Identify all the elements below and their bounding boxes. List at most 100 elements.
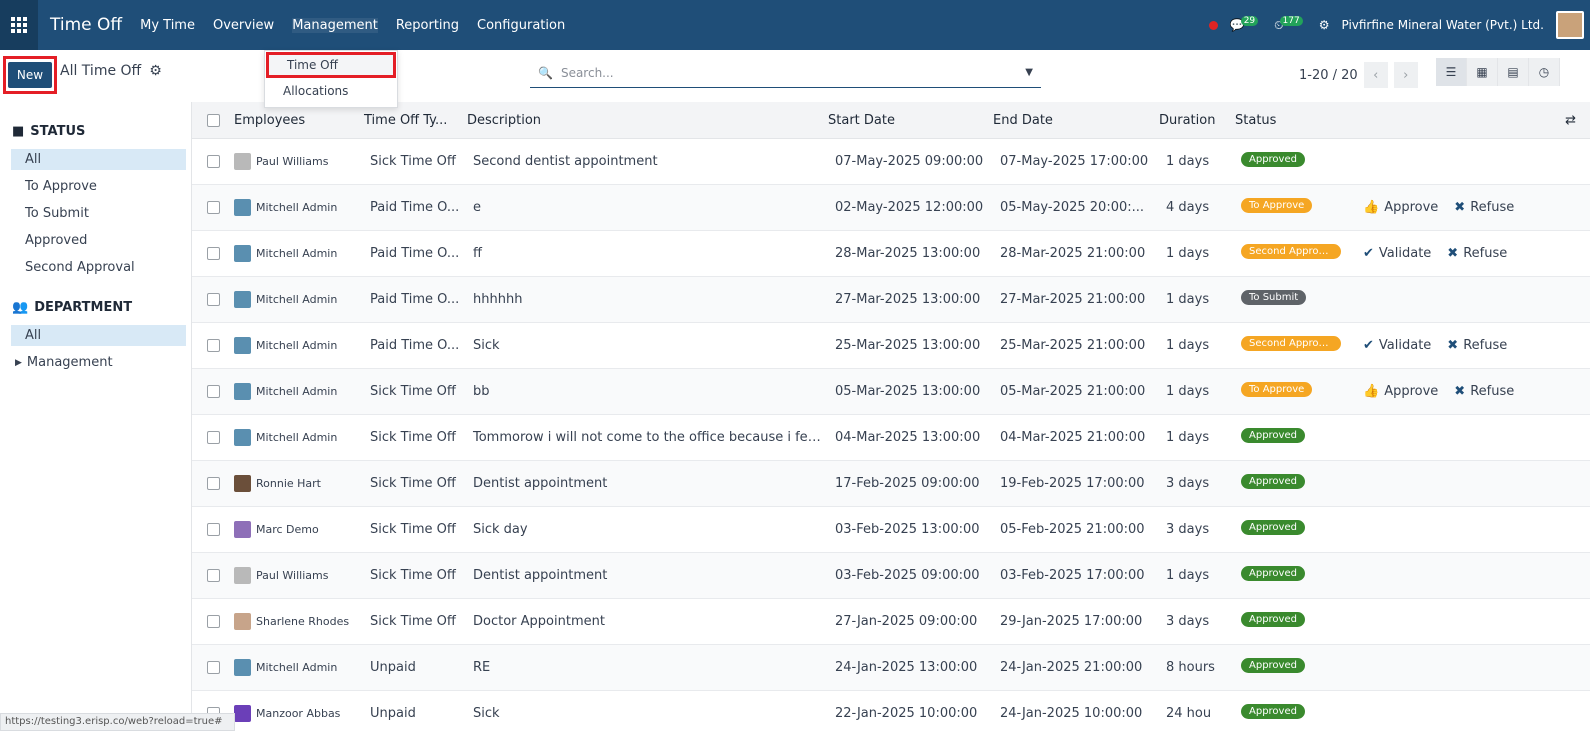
department-filter-all[interactable]: All bbox=[11, 325, 186, 346]
row-checkbox[interactable] bbox=[206, 431, 220, 444]
table-row[interactable]: Mitchell Admin Unpaid RE 24-Jan-2025 13:… bbox=[192, 645, 1590, 691]
column-employees[interactable]: Employees bbox=[234, 113, 364, 128]
employee-cell[interactable]: Paul Williams bbox=[234, 153, 364, 170]
avatar bbox=[234, 613, 251, 630]
table-row[interactable]: Mitchell Admin Paid Time O... hhhhhh 27-… bbox=[192, 277, 1590, 323]
table-row[interactable]: Mitchell Admin Paid Time O... Sick 25-Ma… bbox=[192, 323, 1590, 369]
status-badge: Approved bbox=[1241, 428, 1305, 443]
column-status[interactable]: Status bbox=[1235, 113, 1435, 128]
table-row[interactable]: Mitchell Admin Paid Time O... e 02-May-2… bbox=[192, 185, 1590, 231]
dropdown-time-off[interactable]: Time Off bbox=[266, 52, 396, 78]
employee-cell[interactable]: Mitchell Admin bbox=[234, 383, 364, 400]
pager-value[interactable]: 1-20 / 20 bbox=[1299, 68, 1358, 83]
company-switch-icon[interactable]: ⚙ bbox=[1319, 18, 1330, 32]
employee-cell[interactable]: Mitchell Admin bbox=[234, 337, 364, 354]
next-page-icon[interactable]: › bbox=[1393, 62, 1418, 88]
search-input[interactable]: Search... bbox=[561, 66, 614, 80]
table-row[interactable]: Paul Williams Sick Time Off Second denti… bbox=[192, 139, 1590, 185]
table-row[interactable]: Mitchell Admin Paid Time O... ff 28-Mar-… bbox=[192, 231, 1590, 277]
employee-cell[interactable]: Mitchell Admin bbox=[234, 199, 364, 216]
app-menu-button[interactable] bbox=[0, 0, 38, 50]
kanban-view-icon[interactable]: ▦ bbox=[1467, 58, 1498, 86]
list-view-icon[interactable]: ☰ bbox=[1436, 58, 1467, 86]
description-cell: bb bbox=[473, 384, 490, 399]
column-description[interactable]: Description bbox=[467, 113, 828, 128]
status-filter-approved[interactable]: Approved bbox=[11, 230, 186, 251]
employee-cell[interactable]: Marc Demo bbox=[234, 521, 364, 538]
type-cell: Paid Time O... bbox=[370, 200, 460, 215]
employee-cell[interactable]: Manzoor Abbas bbox=[234, 705, 364, 722]
row-checkbox[interactable] bbox=[206, 293, 220, 306]
activity-view-icon[interactable]: ◷ bbox=[1529, 58, 1560, 86]
dropdown-allocations[interactable]: Allocations bbox=[265, 79, 397, 103]
previous-page-icon[interactable]: ‹ bbox=[1363, 62, 1388, 88]
row-checkbox[interactable] bbox=[206, 569, 220, 582]
status-filter-second-approval[interactable]: Second Approval bbox=[11, 257, 186, 278]
refuse-button[interactable]: ✖ Refuse bbox=[1454, 200, 1514, 215]
calendar-view-icon[interactable]: ▤ bbox=[1498, 58, 1529, 86]
row-checkbox[interactable] bbox=[206, 523, 220, 536]
app-title[interactable]: Time Off bbox=[50, 15, 122, 35]
approve-button[interactable]: 👍 Approve bbox=[1363, 200, 1438, 215]
table-row[interactable]: Mitchell Admin Sick Time Off bb 05-Mar-2… bbox=[192, 369, 1590, 415]
row-checkbox[interactable] bbox=[206, 247, 220, 260]
menu-overview[interactable]: Overview bbox=[213, 18, 274, 33]
new-button[interactable]: New bbox=[7, 62, 53, 88]
refuse-button[interactable]: ✖ Refuse bbox=[1447, 246, 1507, 261]
row-checkbox[interactable] bbox=[206, 155, 220, 168]
table-row[interactable]: Manzoor Abbas Unpaid Sick 22-Jan-2025 10… bbox=[192, 691, 1590, 731]
row-checkbox[interactable] bbox=[206, 385, 220, 398]
employee-cell[interactable]: Ronnie Hart bbox=[234, 475, 364, 492]
gear-icon[interactable]: ⚙ bbox=[149, 63, 162, 79]
row-checkbox[interactable] bbox=[206, 661, 220, 674]
validate-button[interactable]: ✔ Validate bbox=[1363, 338, 1431, 353]
optional-columns-icon[interactable]: ⇄ bbox=[1565, 113, 1590, 128]
select-all-checkbox[interactable] bbox=[206, 113, 220, 127]
search-bar[interactable]: 🔍 Search... ▼ bbox=[530, 58, 1041, 88]
menu-reporting[interactable]: Reporting bbox=[396, 18, 459, 33]
caret-right-icon[interactable]: ▶ bbox=[15, 358, 22, 368]
table-row[interactable]: Marc Demo Sick Time Off Sick day 03-Feb-… bbox=[192, 507, 1590, 553]
status-badge: Approved bbox=[1241, 152, 1305, 167]
approve-button[interactable]: 👍 Approve bbox=[1363, 384, 1438, 399]
menu-management[interactable]: Management bbox=[292, 17, 378, 33]
recording-indicator-icon[interactable] bbox=[1208, 20, 1218, 30]
employee-cell[interactable]: Sharlene Rhodes bbox=[234, 613, 364, 630]
employee-cell[interactable]: Mitchell Admin bbox=[234, 291, 364, 308]
chevron-down-icon[interactable]: ▼ bbox=[1025, 67, 1033, 78]
status-filter-to-submit[interactable]: To Submit bbox=[11, 203, 186, 224]
menu-configuration[interactable]: Configuration bbox=[477, 18, 565, 33]
table-row[interactable]: Mitchell Admin Sick Time Off Tommorow i … bbox=[192, 415, 1590, 461]
row-checkbox[interactable] bbox=[206, 339, 220, 352]
end-date-cell: 28-Mar-2025 21:00:00 bbox=[1000, 246, 1146, 261]
validate-button[interactable]: ✔ Validate bbox=[1363, 246, 1431, 261]
row-checkbox[interactable] bbox=[206, 615, 220, 628]
column-start-date[interactable]: Start Date bbox=[828, 113, 993, 128]
employee-cell[interactable]: Paul Williams bbox=[234, 567, 364, 584]
department-filter-management[interactable]: ▶ Management bbox=[11, 352, 186, 373]
table-row[interactable]: Ronnie Hart Sick Time Off Dentist appoin… bbox=[192, 461, 1590, 507]
company-name[interactable]: Pivfirfine Mineral Water (Pvt.) Ltd. bbox=[1341, 18, 1544, 32]
employee-cell[interactable]: Mitchell Admin bbox=[234, 245, 364, 262]
refuse-button[interactable]: ✖ Refuse bbox=[1447, 338, 1507, 353]
refuse-button[interactable]: ✖ Refuse bbox=[1454, 384, 1514, 399]
table-row[interactable]: Paul Williams Sick Time Off Dentist appo… bbox=[192, 553, 1590, 599]
avatar bbox=[234, 245, 251, 262]
row-checkbox[interactable] bbox=[206, 201, 220, 214]
employee-cell[interactable]: Mitchell Admin bbox=[234, 659, 364, 676]
column-type[interactable]: Time Off Ty... bbox=[364, 113, 467, 128]
activity-icon[interactable]: ⏲177 bbox=[1274, 15, 1307, 33]
start-date-cell: 03-Feb-2025 13:00:00 bbox=[835, 522, 980, 537]
chat-icon[interactable]: 💬29 bbox=[1230, 16, 1262, 32]
menu-my-time[interactable]: My Time bbox=[140, 18, 195, 33]
search-icon: 🔍 bbox=[538, 65, 553, 80]
status-filter-to-approve[interactable]: To Approve bbox=[11, 176, 186, 197]
table-row[interactable]: Sharlene Rhodes Sick Time Off Doctor App… bbox=[192, 599, 1590, 645]
user-avatar[interactable] bbox=[1556, 11, 1584, 39]
status-filter-all[interactable]: All bbox=[11, 149, 186, 170]
column-duration[interactable]: Duration bbox=[1159, 113, 1235, 128]
row-checkbox[interactable] bbox=[206, 477, 220, 490]
column-end-date[interactable]: End Date bbox=[993, 113, 1159, 128]
start-date-cell: 07-May-2025 09:00:00 bbox=[835, 154, 984, 169]
employee-cell[interactable]: Mitchell Admin bbox=[234, 429, 364, 446]
